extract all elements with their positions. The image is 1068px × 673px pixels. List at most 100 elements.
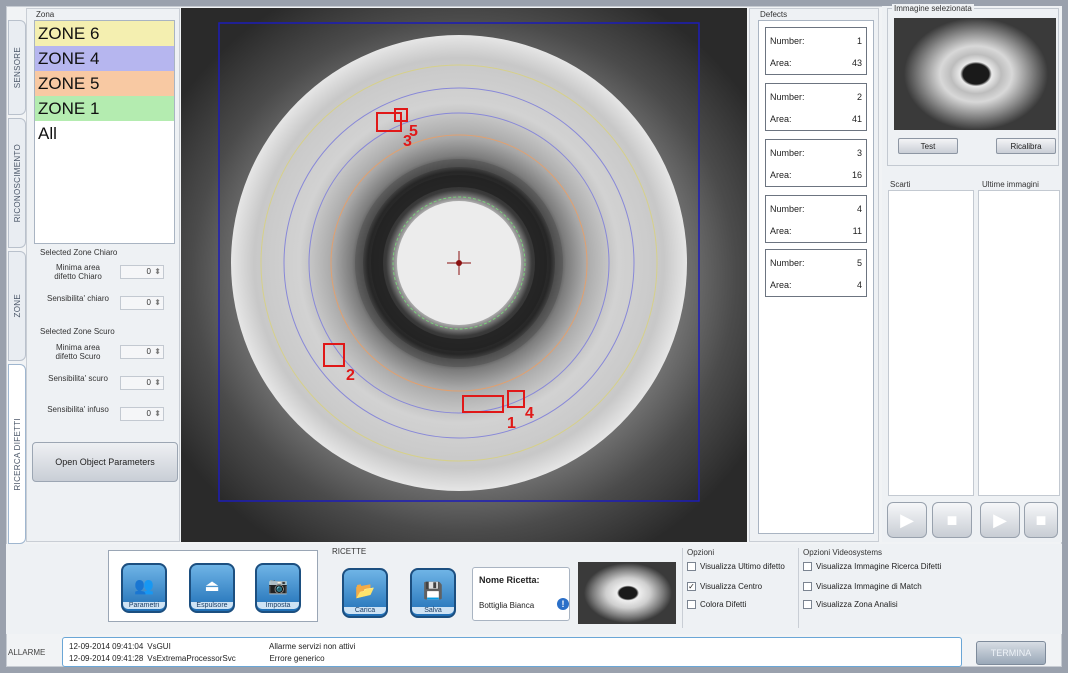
sens-infuso-stepper[interactable]: 0 [120, 407, 164, 421]
carica-button[interactable]: 📂 Carica [342, 568, 388, 618]
number-label: Number: [770, 148, 805, 158]
min-area-scuro-label: Minima area difetto Scuro [55, 343, 101, 361]
opt-centro[interactable]: ✓ Visualizza Centro [687, 579, 796, 593]
tab-riconoscimento[interactable]: RICONOSCIMENTO [8, 118, 26, 248]
allarme-label: ALLARME [8, 648, 46, 657]
area-label: Area: [770, 114, 792, 124]
button-label: Espulsore [191, 602, 233, 609]
stop-icon: ■ [1035, 509, 1047, 530]
nome-ricetta-label: Nome Ricetta: [479, 575, 540, 585]
play-icon: ▶ [900, 509, 914, 530]
ricalibra-button[interactable]: Ricalibra [996, 138, 1056, 154]
number-value: 3 [856, 148, 862, 158]
min-area-scuro-stepper[interactable]: 0 [120, 345, 164, 359]
alarm-log[interactable]: 12-09-2014 09:41:04 VsGUI Allarme serviz… [62, 637, 962, 667]
tab-sensore[interactable]: SENSORE [8, 20, 26, 115]
ultime-immagini-list[interactable] [978, 190, 1060, 496]
info-icon[interactable]: ! [557, 598, 569, 610]
zone-item[interactable]: ZONE 1 [35, 96, 174, 121]
zone-item[interactable]: ZONE 4 [35, 46, 174, 71]
area-label: Area: [770, 170, 792, 180]
folder-icon: 📂 [355, 583, 375, 600]
tab-ricerca-difetti[interactable]: RICERCA DIFETTI [8, 364, 26, 544]
ultime-stop-button[interactable]: ■ [1024, 502, 1058, 538]
parametri-button[interactable]: 👥 Parametri [121, 563, 167, 613]
checkbox-label: Visualizza Zona Analisi [816, 599, 898, 609]
area-value: 16 [851, 170, 862, 180]
checkbox[interactable] [803, 581, 812, 591]
defect-card[interactable]: Number: 4 Area: 11 [765, 195, 867, 243]
opzioni-title: Opzioni [687, 548, 715, 557]
tab-label: RICERCA DIFETTI [12, 417, 22, 491]
tab-zone[interactable]: ZONE [8, 251, 26, 361]
opzioni-group: Opzioni Visualizza Ultimo difetto ✓ Visua… [682, 548, 796, 628]
log-message: Allarme servizi non attivi [269, 642, 356, 651]
imposta-button[interactable]: 📷 Imposta [255, 563, 301, 613]
defects-title: Defects [760, 10, 788, 19]
area-value: 41 [851, 114, 862, 124]
opt-colora-difetti[interactable]: Colora Difetti [687, 597, 796, 611]
scarti-stop-button[interactable]: ■ [932, 502, 972, 538]
opt-zona-analisi[interactable]: Visualizza Zona Analisi [803, 597, 958, 611]
opzioni-videosystems-group: Opzioni Videosystems Visualizza Immagine… [798, 548, 958, 628]
test-button[interactable]: Test [898, 138, 958, 154]
ultime-immagini-label: Ultime immagini [982, 180, 1039, 189]
selected-image-thumbnail[interactable] [894, 18, 1056, 130]
termina-button[interactable]: TERMINA [976, 641, 1046, 665]
area-label: Area: [770, 226, 792, 236]
area-value: 11 [852, 226, 862, 236]
chiaro-group-title: Selected Zone Chiaro [40, 248, 118, 257]
number-value: 5 [856, 258, 862, 268]
tab-label: SENSORE [12, 46, 22, 89]
number-label: Number: [770, 204, 805, 214]
log-row: 12-09-2014 09:41:04 VsGUI Allarme serviz… [69, 642, 355, 651]
zone-list[interactable]: ZONE 6 ZONE 4 ZONE 5 ZONE 1 All [34, 20, 175, 244]
zone-item[interactable]: ZONE 5 [35, 71, 174, 96]
log-message: Errore generico [269, 654, 325, 663]
sens-scuro-stepper[interactable]: 0 [120, 376, 164, 390]
checkbox[interactable] [687, 561, 696, 571]
sens-chiaro-stepper[interactable]: 0 [120, 296, 164, 310]
area-label: Area: [770, 280, 792, 290]
min-area-chiaro-stepper[interactable]: 0 [120, 265, 164, 279]
defect-label: 1 [507, 415, 516, 432]
opt-ultimo-difetto[interactable]: Visualizza Ultimo difetto [687, 559, 796, 573]
camera-icon: 📷 [268, 578, 288, 595]
min-area-chiaro-label: Minima area difetto Chiaro [54, 263, 102, 281]
recipe-preview-image [578, 562, 676, 624]
checkbox[interactable] [803, 599, 812, 609]
number-value: 4 [856, 204, 862, 214]
defect-card[interactable]: Number: 2 Area: 41 [765, 83, 867, 131]
ultime-play-button[interactable]: ▶ [980, 502, 1020, 538]
defect-card[interactable]: Number: 3 Area: 16 [765, 139, 867, 187]
defect-card[interactable]: Number: 1 Area: 43 [765, 27, 867, 75]
sens-infuso-label: Sensibilita' infuso [47, 405, 109, 414]
action-buttons-box: 👥 Parametri ⏏ Espulsore 📷 Imposta [108, 550, 318, 622]
people-icon: 👥 [134, 578, 154, 595]
tab-label: ZONE [12, 294, 22, 318]
checkbox-label: Visualizza Immagine Ricerca Difetti [816, 561, 942, 571]
save-icon: 💾 [423, 583, 443, 600]
stop-icon: ■ [946, 509, 958, 530]
scarti-play-button[interactable]: ▶ [887, 502, 927, 538]
salva-button[interactable]: 💾 Salva [410, 568, 456, 618]
zone-item[interactable]: All [35, 121, 174, 146]
checkbox[interactable] [687, 599, 696, 609]
zone-item[interactable]: ZONE 6 [35, 21, 174, 46]
defects-list[interactable]: Number: 1 Area: 43 Number: 2 Area: 41 Number… [758, 20, 874, 534]
checkbox[interactable]: ✓ [687, 581, 696, 591]
opt-ricerca-difetti[interactable]: Visualizza Immagine Ricerca Difetti [803, 559, 958, 573]
sens-chiaro-label: Sensibilita' chiaro [46, 294, 109, 303]
inspection-image-viewer[interactable]: 1 2 3 4 5 [181, 8, 747, 542]
checkbox[interactable] [803, 561, 812, 571]
open-object-parameters-button[interactable]: Open Object Parameters [32, 442, 178, 482]
defect-label: 4 [525, 405, 534, 422]
espulsore-button[interactable]: ⏏ Espulsore [189, 563, 235, 613]
scarti-list[interactable] [888, 190, 974, 496]
opt-match[interactable]: Visualizza Immagine di Match [803, 579, 958, 593]
number-value: 1 [856, 36, 862, 46]
checkbox-label: Visualizza Ultimo difetto [700, 561, 785, 571]
number-label: Number: [770, 258, 805, 268]
zone-group-title: Zona [36, 10, 55, 19]
defect-card[interactable]: Number: 5 Area: 4 [765, 249, 867, 297]
